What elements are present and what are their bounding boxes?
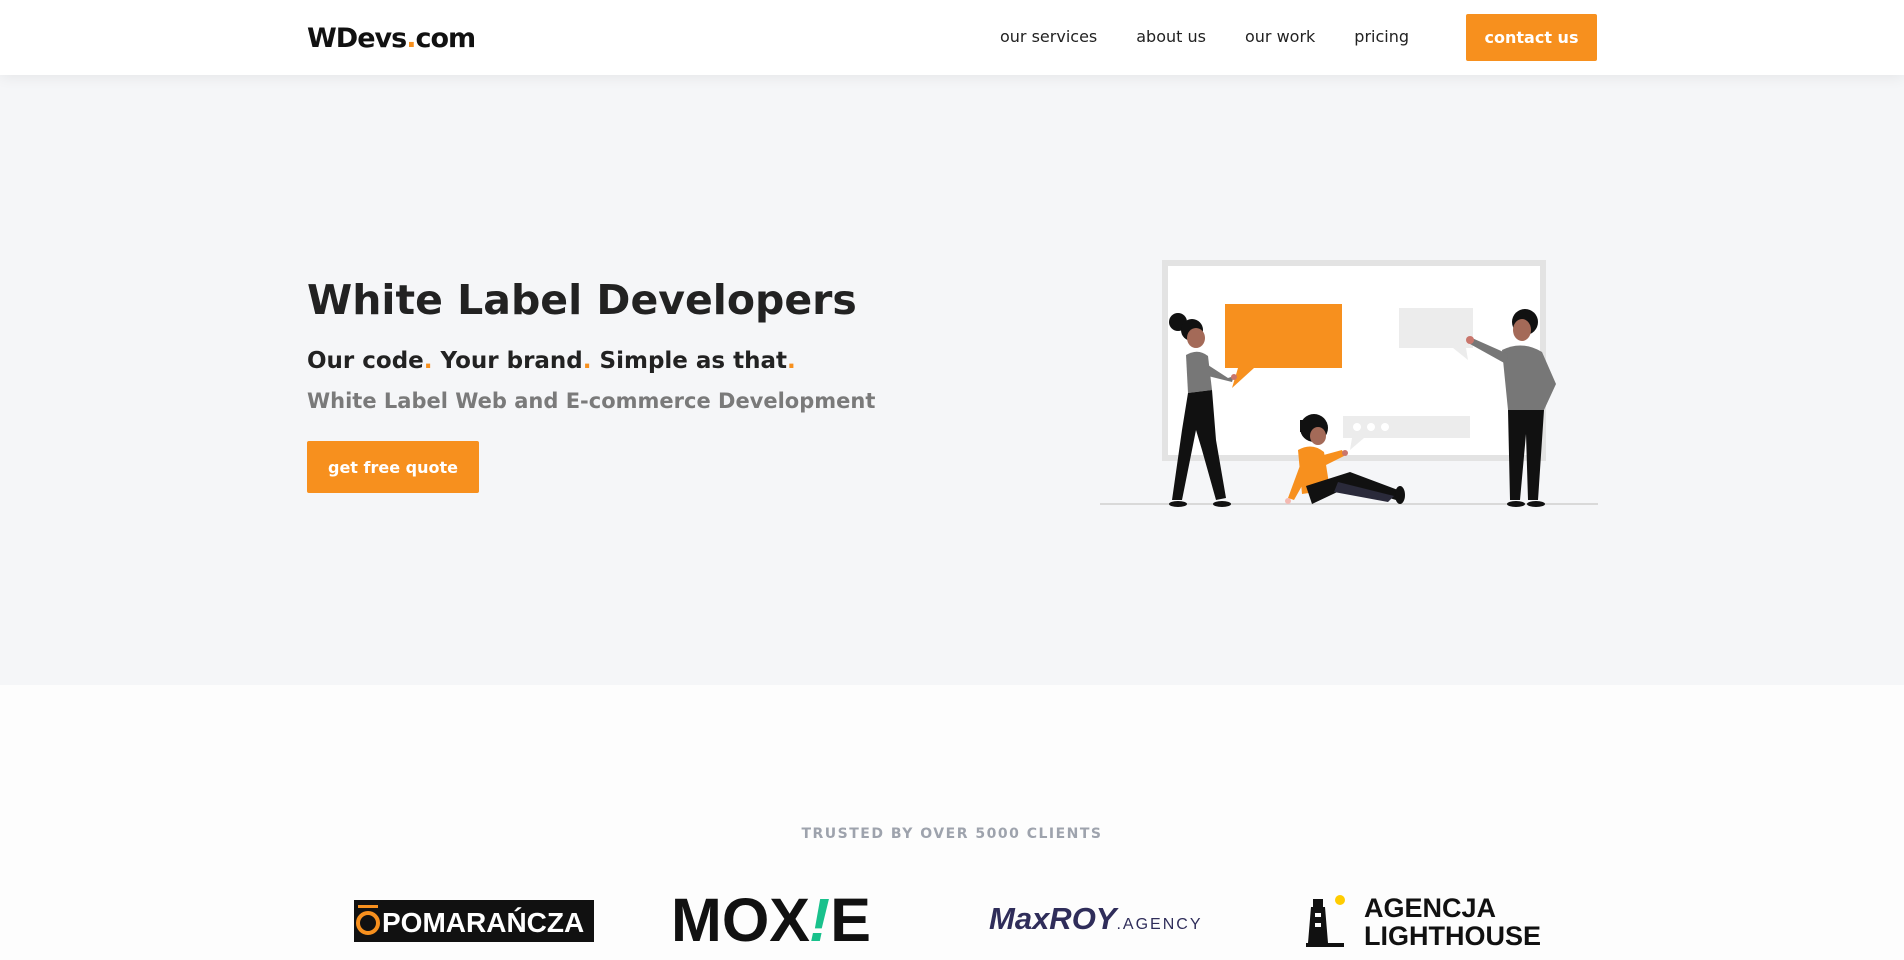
logo-w: W [307,23,337,54]
moxie-text-right: E [830,886,871,954]
hero-tagline: Our code. Your brand. Simple as that. [307,346,796,376]
lighthouse-line-1: AGENCJA [1364,893,1497,923]
lighthouse-line-2: LIGHTHOUSE [1364,921,1542,951]
moxie-text-left: MOX [671,886,810,954]
contact-us-button[interactable]: contact us [1466,14,1597,61]
tagline-part-2: Your brand [432,348,583,374]
pomarancza-text: POMARAŃCZA [382,907,584,938]
hero-illustration [1100,260,1598,507]
moxie-logo: MOX!E [671,885,871,955]
lighthouse-logo-text: AGENCJA LIGHTHOUSE [1364,894,1541,950]
tagline-dot-3: . [787,348,796,374]
get-free-quote-button[interactable]: get free quote [307,441,479,493]
tagline-part-1: Our code [307,348,424,374]
maxroy-text: MaxROY [989,901,1117,936]
clients-section: TRUSTED BY OVER 5000 CLIENTS POMARAŃCZA … [0,685,1904,960]
hero-description: White Label Web and E-commerce Developme… [307,389,876,413]
logo-tld: com [415,23,476,54]
lighthouse-icon [1306,895,1345,947]
tagline-part-3: Simple as that [591,348,788,374]
site-logo[interactable]: WDevs.com [307,23,476,54]
maxroy-suffix: .AGENCY [1116,916,1203,933]
nav-about-us[interactable]: about us [1136,27,1206,47]
hero-section: White Label Developers Our code. Your br… [0,75,1904,685]
tagline-dot-1: . [423,348,433,374]
maxroy-logo: MaxROY.AGENCY [989,901,1203,937]
navbar: WDevs.com our services about us our work… [0,0,1904,75]
nav-our-services[interactable]: our services [1000,27,1097,47]
trusted-heading: TRUSTED BY OVER 5000 CLIENTS [801,826,1103,842]
nav-pricing[interactable]: pricing [1354,27,1409,47]
pomarancza-logo: POMARAŃCZA [354,900,594,942]
nav-links: our services about us our work pricing [1000,27,1448,47]
nav-our-work[interactable]: our work [1245,27,1315,47]
tagline-dot-2: . [582,348,592,374]
logo-name: Devs [335,23,407,54]
hero-title: White Label Developers [307,276,857,324]
